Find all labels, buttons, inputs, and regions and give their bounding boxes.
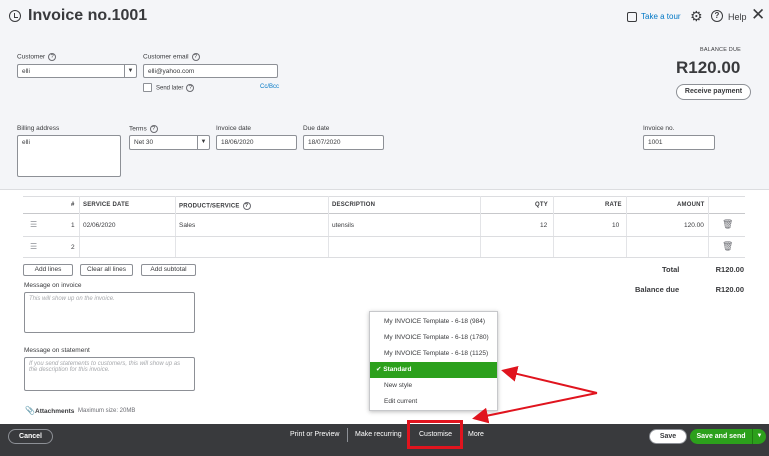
customise-highlight-box <box>407 420 463 449</box>
cancel-button[interactable]: Cancel <box>8 429 53 444</box>
annotation-arrows <box>472 366 598 424</box>
annotation-arrow-to-standard <box>501 366 598 394</box>
make-recurring-button[interactable]: Make recurring <box>355 431 402 438</box>
save-button[interactable]: Save <box>649 429 687 444</box>
save-and-send-button[interactable]: Save and send <box>690 429 752 444</box>
footer-divider <box>347 428 348 442</box>
annotation-arrow-to-customise <box>472 392 598 424</box>
more-button[interactable]: More <box>468 431 484 438</box>
print-preview-button[interactable]: Print or Preview <box>290 431 339 438</box>
